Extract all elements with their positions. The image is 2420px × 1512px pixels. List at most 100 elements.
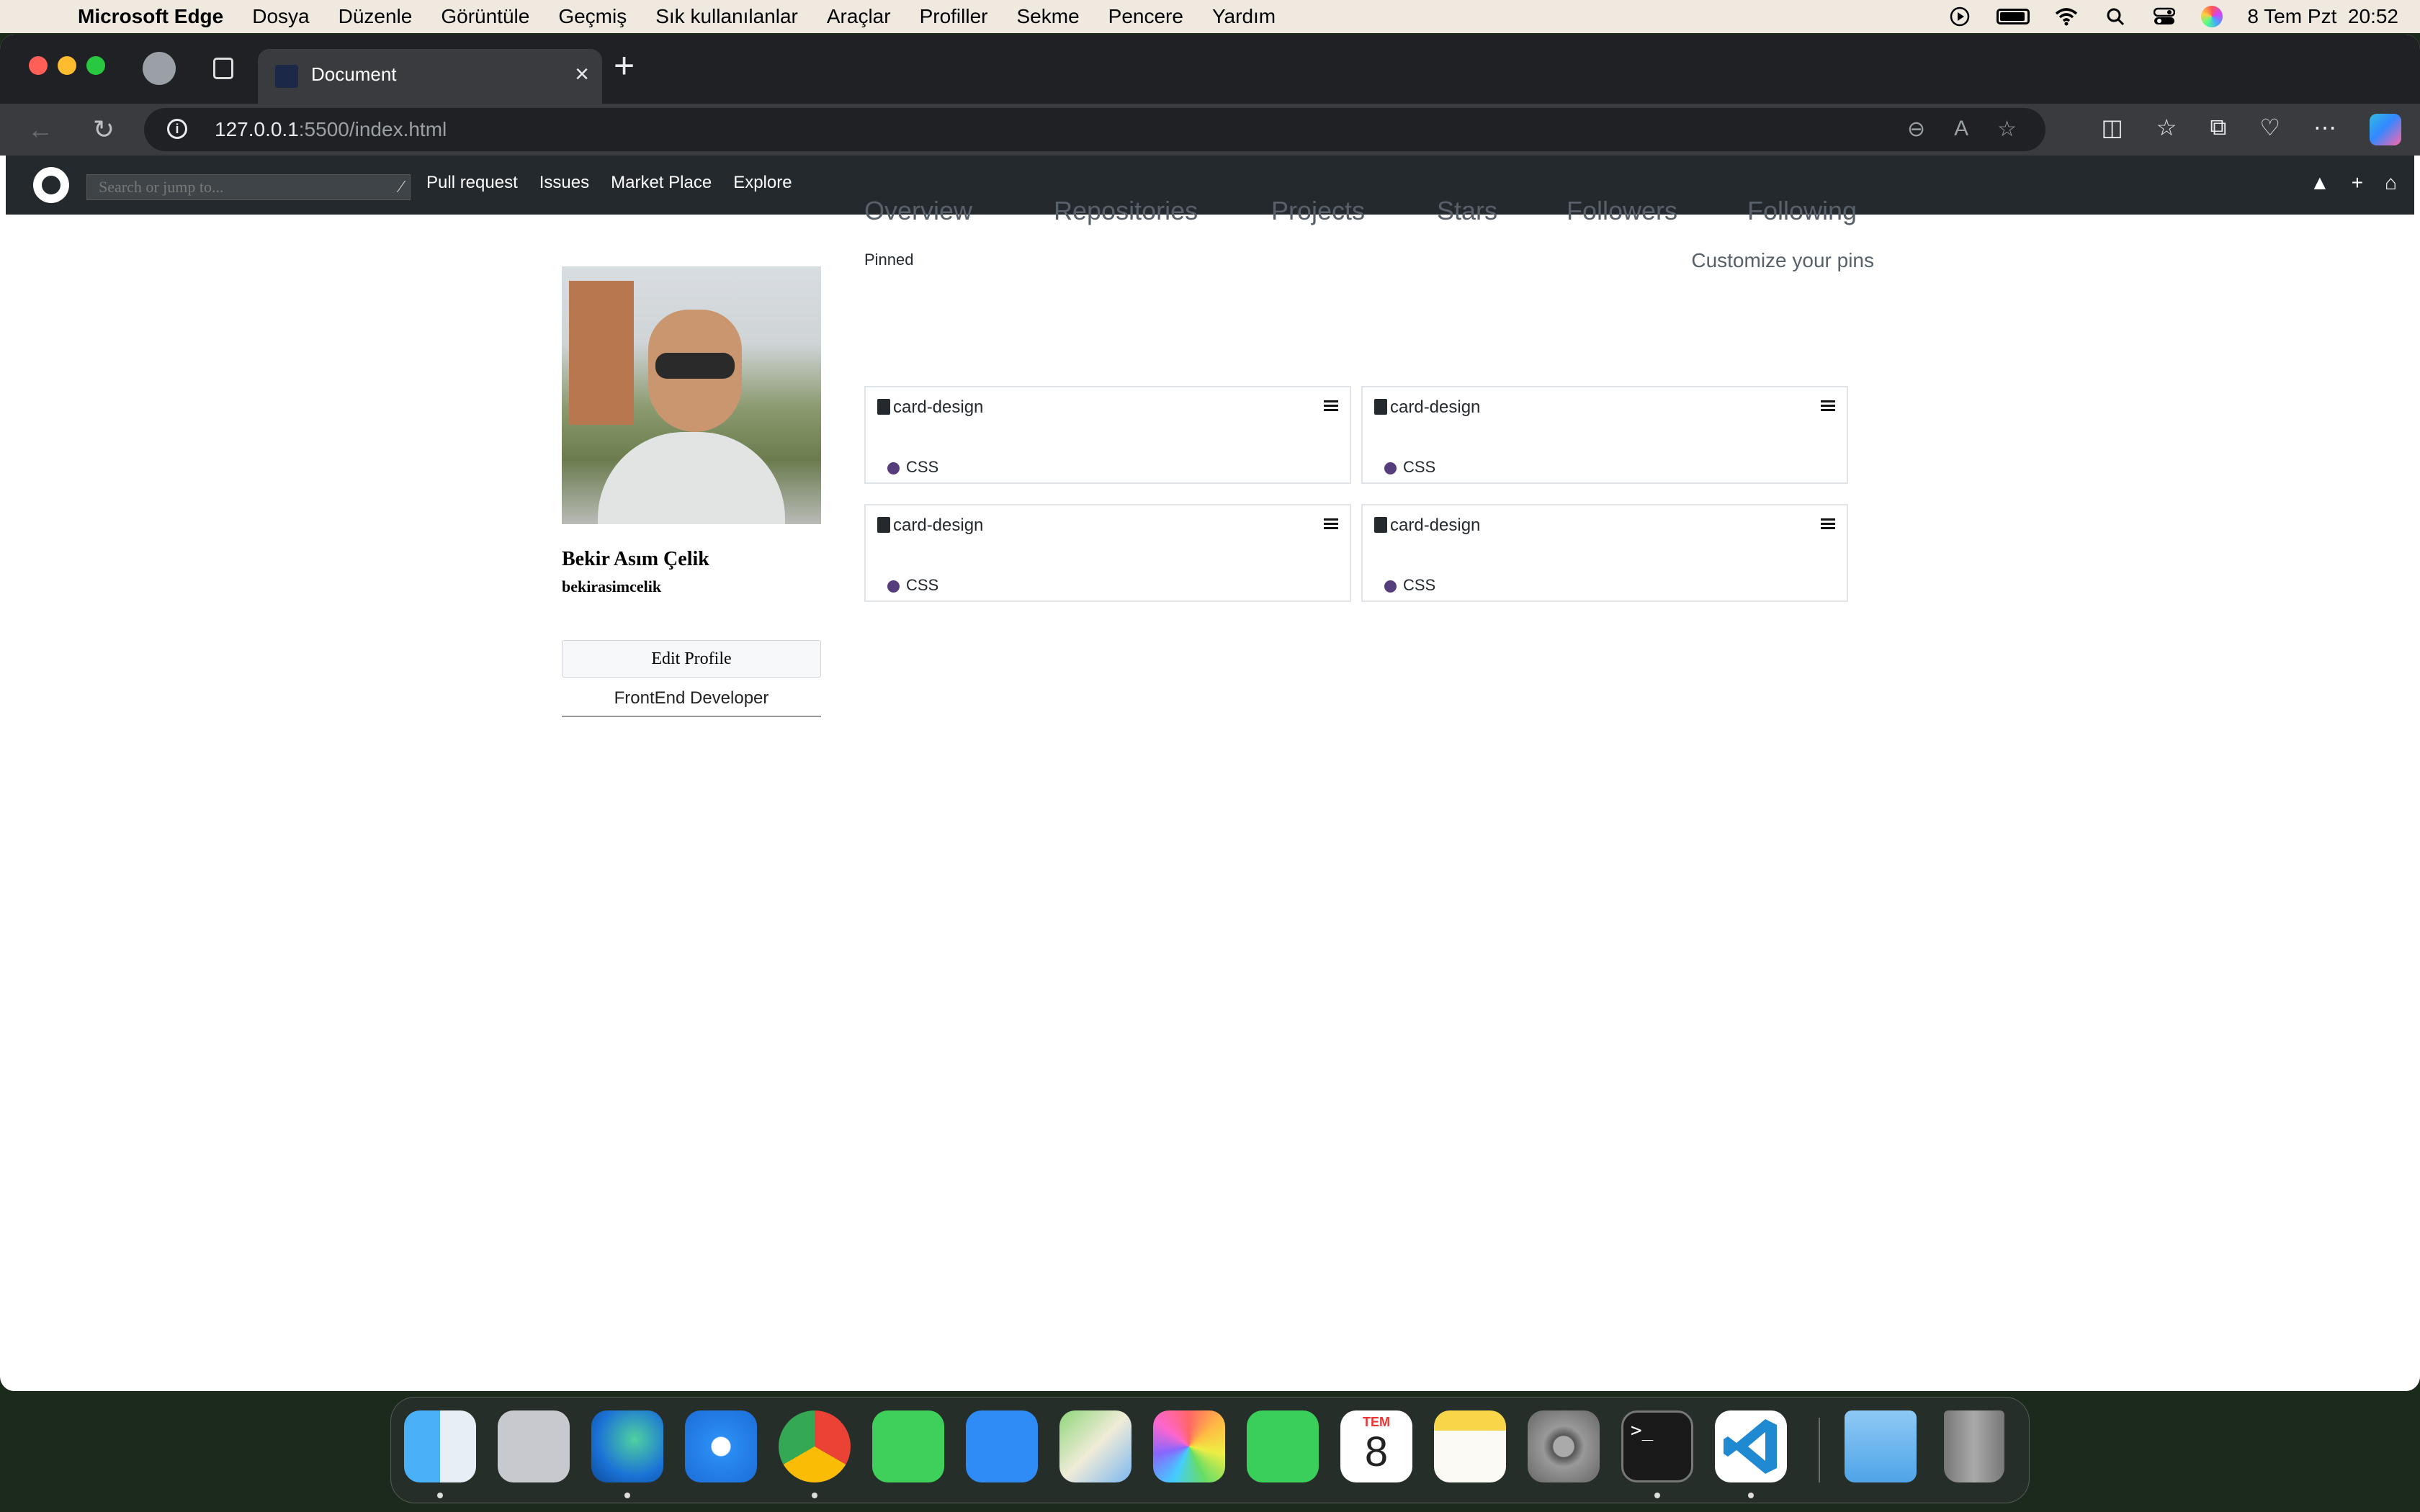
dock: TEM 8 >_: [390, 1397, 2030, 1503]
menu-app-name[interactable]: Microsoft Edge: [78, 5, 223, 28]
finder-icon[interactable]: [404, 1410, 476, 1482]
tab-followers[interactable]: Followers: [1567, 196, 1677, 226]
launchpad-icon[interactable]: [498, 1410, 570, 1482]
customize-pins-link[interactable]: Customize your pins: [1662, 249, 1874, 272]
card-menu-icon[interactable]: [1821, 518, 1835, 531]
new-tab-icon[interactable]: +: [614, 45, 635, 86]
repo-card[interactable]: card-design CSS: [864, 504, 1351, 602]
tab-overview[interactable]: Overview: [864, 196, 972, 226]
photos-icon[interactable]: [1153, 1410, 1225, 1482]
close-window-button[interactable]: [29, 56, 48, 75]
repo-book-icon: [877, 399, 890, 415]
menu-tab[interactable]: Sekme: [1017, 5, 1080, 28]
settings-icon[interactable]: [1528, 1410, 1600, 1482]
menu-edit[interactable]: Düzenle: [339, 5, 413, 28]
profile-username: bekirasimcelik: [562, 577, 662, 595]
back-icon[interactable]: ←: [24, 114, 56, 145]
browser-essentials-icon[interactable]: ♡: [2259, 114, 2280, 145]
collections-icon[interactable]: ⧉: [2210, 114, 2226, 145]
facetime-icon[interactable]: [1247, 1410, 1319, 1482]
menu-tools[interactable]: Araçlar: [827, 5, 891, 28]
downloads-folder-icon[interactable]: [1845, 1410, 1917, 1482]
edge-icon[interactable]: [591, 1410, 663, 1482]
clock[interactable]: 8 Tem Pzt 20:52: [2247, 5, 2398, 28]
github-logo-icon[interactable]: [33, 167, 69, 203]
site-info-icon[interactable]: i: [167, 119, 187, 139]
menu-help[interactable]: Yardım: [1212, 5, 1276, 28]
siri-icon[interactable]: [2201, 6, 2223, 27]
zoom-out-icon[interactable]: ⊖: [1907, 117, 1925, 142]
vscode-icon[interactable]: [1715, 1410, 1787, 1482]
chrome-icon[interactable]: [779, 1410, 851, 1482]
repo-card[interactable]: card-design CSS: [1361, 504, 1848, 602]
repo-card[interactable]: card-design CSS: [1361, 386, 1848, 484]
bell-icon[interactable]: ▲: [2310, 171, 2330, 194]
menu-file[interactable]: Dosya: [252, 5, 309, 28]
repo-card[interactable]: card-design CSS: [864, 386, 1351, 484]
repo-name[interactable]: card-design: [1390, 397, 1480, 418]
mail-icon[interactable]: [966, 1410, 1038, 1482]
tab-stars[interactable]: Stars: [1437, 196, 1497, 226]
search-placeholder: Search or jump to...: [99, 178, 224, 196]
read-aloud-icon[interactable]: A: [1954, 117, 1968, 142]
home-icon[interactable]: ⌂: [2385, 171, 2397, 194]
tab-repositories[interactable]: Repositories: [1054, 196, 1198, 226]
tab-following[interactable]: Following: [1747, 196, 1857, 226]
safari-icon[interactable]: [685, 1410, 757, 1482]
avatar: [562, 266, 821, 524]
play-circle-icon[interactable]: [1948, 6, 1972, 27]
repo-name[interactable]: card-design: [1390, 516, 1480, 536]
plus-icon[interactable]: +: [2352, 171, 2363, 194]
split-screen-icon[interactable]: ◫: [2102, 114, 2123, 145]
control-center-icon[interactable]: [2152, 7, 2177, 26]
more-options-icon[interactable]: ⋯: [2313, 114, 2336, 145]
wifi-icon[interactable]: [2054, 7, 2079, 26]
menu-favorites[interactable]: Sık kullanılanlar: [655, 5, 798, 28]
maximize-window-button[interactable]: [86, 56, 105, 75]
profile-full-name: Bekir Asım Çelik: [562, 548, 709, 570]
terminal-prompt: >_: [1631, 1420, 1654, 1441]
notes-icon[interactable]: [1434, 1410, 1506, 1482]
favorites-icon[interactable]: ☆: [2156, 114, 2177, 145]
reload-icon[interactable]: ↻: [88, 114, 120, 145]
battery-icon[interactable]: [1996, 9, 2030, 24]
running-indicator: [1654, 1493, 1660, 1498]
menu-bar: Microsoft Edge Dosya Düzenle Görüntüle G…: [0, 0, 2420, 33]
copilot-icon[interactable]: [2370, 114, 2401, 145]
repo-language: CSS: [906, 576, 939, 594]
menu-window[interactable]: Pencere: [1108, 5, 1183, 28]
repo-name[interactable]: card-design: [893, 516, 983, 536]
favorite-star-icon[interactable]: ☆: [1997, 117, 2017, 142]
tab-document[interactable]: Document ×: [258, 49, 602, 104]
nav-market-place[interactable]: Market Place: [611, 173, 712, 193]
card-menu-icon[interactable]: [1324, 518, 1338, 531]
terminal-icon[interactable]: >_: [1621, 1410, 1693, 1482]
card-menu-icon[interactable]: [1324, 400, 1338, 413]
favicon-icon: [275, 65, 298, 88]
card-menu-icon[interactable]: [1821, 400, 1835, 413]
calendar-icon[interactable]: TEM 8: [1340, 1410, 1412, 1482]
nav-issues[interactable]: Issues: [539, 173, 589, 193]
menu-view[interactable]: Görüntüle: [441, 5, 529, 28]
calendar-day: 8: [1364, 1428, 1389, 1475]
search-icon[interactable]: [2103, 7, 2128, 26]
tab-projects[interactable]: Projects: [1271, 196, 1365, 226]
repo-name[interactable]: card-design: [893, 397, 983, 418]
search-input[interactable]: Search or jump to... ⁄: [86, 174, 411, 200]
header-nav: Pull request Issues Market Place Explore: [426, 173, 792, 193]
trash-icon[interactable]: [1944, 1410, 2004, 1482]
messages-icon[interactable]: [872, 1410, 944, 1482]
close-tab-icon[interactable]: ×: [575, 60, 589, 89]
url-text[interactable]: 127.0.0.1:5500/index.html: [215, 118, 447, 141]
menu-history[interactable]: Geçmiş: [558, 5, 627, 28]
nav-pull-request[interactable]: Pull request: [426, 173, 518, 193]
maps-icon[interactable]: [1059, 1410, 1131, 1482]
address-bar[interactable]: i 127.0.0.1:5500/index.html ⊖ A ☆: [144, 108, 2045, 151]
tab-actions-icon[interactable]: [213, 58, 233, 79]
nav-explore[interactable]: Explore: [733, 173, 792, 193]
slash-icon: ⁄: [399, 178, 403, 197]
minimize-window-button[interactable]: [58, 56, 76, 75]
edit-profile-button[interactable]: Edit Profile: [562, 640, 821, 678]
menu-profiles[interactable]: Profiller: [920, 5, 988, 28]
profile-avatar-icon[interactable]: [143, 52, 176, 85]
